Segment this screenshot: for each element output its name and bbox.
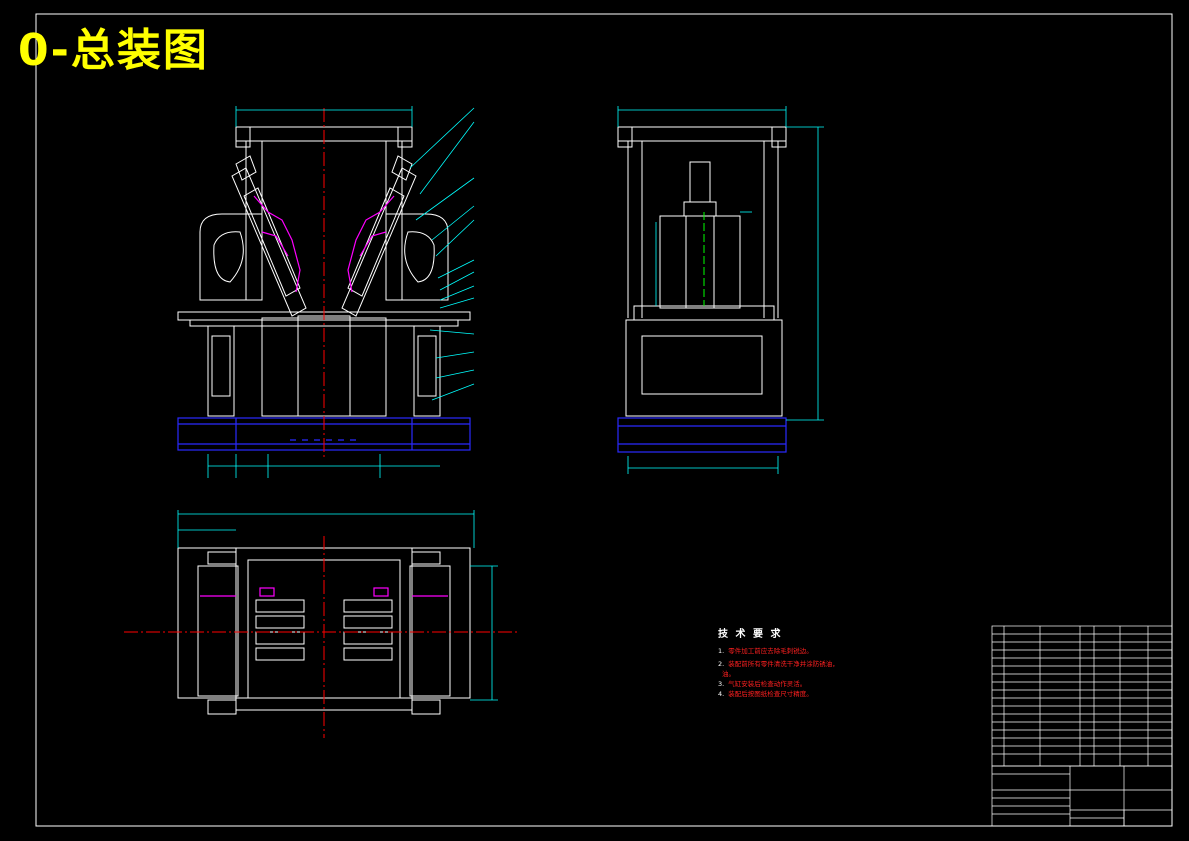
drawing-border (35, 13, 1173, 827)
tech-requirement-item: 2. 装配前所有零件清洗干净并涂防锈油， (718, 660, 839, 668)
front-dimensions (207, 106, 475, 478)
tech-requirements-heading: 技 术 要 求 (718, 629, 783, 640)
side-base (617, 417, 787, 453)
drawing-canvas (35, 13, 1173, 827)
tech-requirement-item: 1. 零件加工前应去除毛刺锐边。 (718, 647, 813, 655)
drawing-title: 0-总装图 (18, 25, 209, 76)
side-view (617, 126, 787, 417)
title-block (991, 765, 1173, 827)
side-dimensions (617, 106, 824, 474)
parts-list-table (991, 625, 1173, 767)
tech-requirement-item: 4. 装配后按图纸检查尺寸精度。 (718, 690, 813, 698)
right-cylinder-assembly (341, 155, 417, 317)
left-cylinder-assembly (231, 155, 307, 317)
tech-requirement-item: 3. 气缸安装后检查动作灵活。 (718, 680, 807, 688)
tech-requirement-item: 油。 (722, 670, 735, 678)
